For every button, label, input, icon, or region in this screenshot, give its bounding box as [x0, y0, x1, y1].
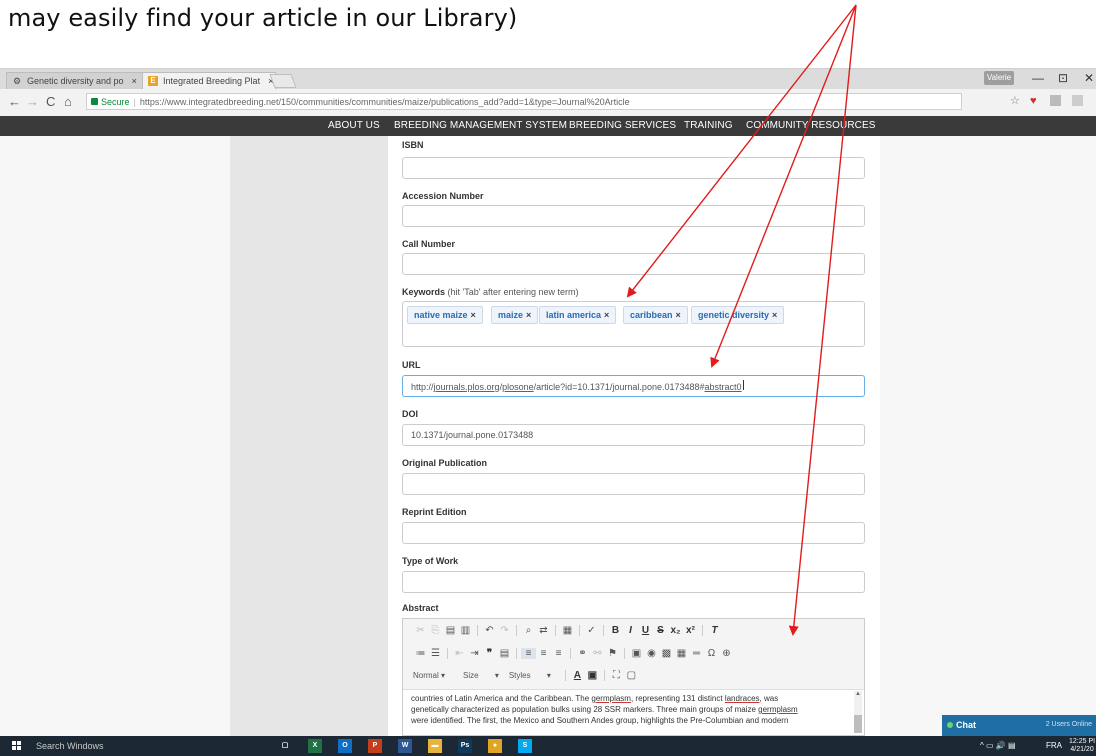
- arrow-to-url: [710, 4, 857, 368]
- arrow-to-keywords: [626, 4, 857, 298]
- screenshot: may easily find your article in our Libr…: [0, 0, 1096, 756]
- annotation-arrows: [626, 4, 857, 636]
- arrow-to-abstract: [788, 4, 857, 636]
